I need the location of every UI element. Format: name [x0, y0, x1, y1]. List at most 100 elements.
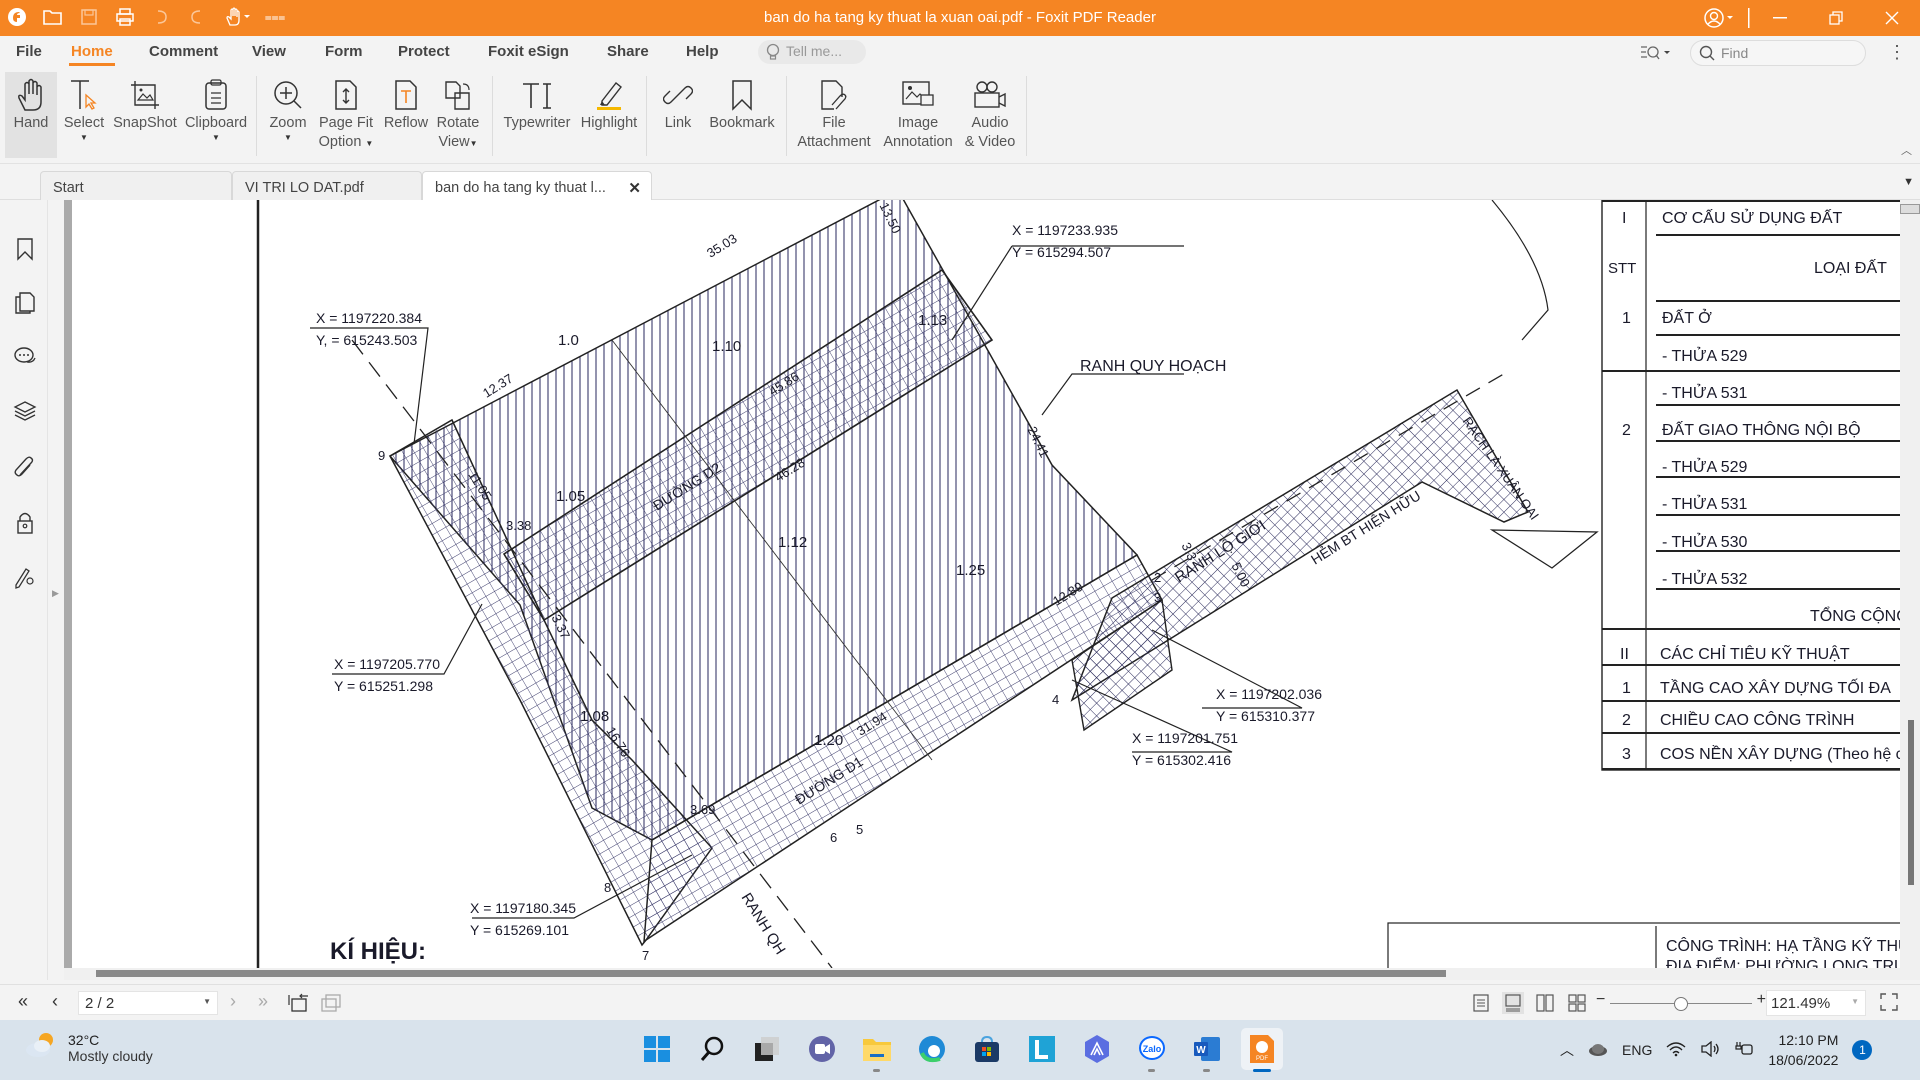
point-number-label: 6 — [830, 830, 838, 845]
find-input[interactable]: Find — [1690, 40, 1866, 66]
expand-panel-icon[interactable]: ▶ — [52, 588, 59, 599]
select-button[interactable]: Select ▼ — [60, 72, 108, 158]
menu-share[interactable]: Share — [607, 43, 649, 60]
comments-panel-icon[interactable] — [12, 344, 38, 370]
more-options-icon[interactable]: ⋮ — [1888, 42, 1906, 63]
fullscreen-icon[interactable] — [1880, 993, 1898, 1016]
horizontal-scrollbar[interactable] — [64, 968, 1900, 980]
next-page-button[interactable]: › — [230, 991, 236, 1012]
restore-button[interactable] — [1808, 0, 1864, 36]
zoom-level-input[interactable]: 121.49% ▼ — [1766, 990, 1866, 1016]
bookmark-panel-icon[interactable] — [12, 236, 38, 262]
pdf-document-view[interactable]: X = 1197220.384 Y, = 615243.503 X = 119723… — [64, 200, 1900, 968]
continuous-facing-view-icon[interactable] — [1566, 992, 1588, 1014]
scroll-split-box[interactable] — [1900, 204, 1920, 214]
zoom-dropdown-caret[interactable]: ▼ — [1851, 997, 1859, 1006]
next-view-icon[interactable] — [320, 993, 342, 1018]
menu-form[interactable]: Form — [325, 43, 363, 60]
tab-list-dropdown-icon[interactable]: ▼ — [1903, 176, 1914, 188]
tab-vi-tri-lo-dat[interactable]: VI TRI LO DAT.pdf — [232, 171, 422, 200]
start-button[interactable] — [636, 1028, 678, 1070]
zoom-in-button[interactable]: + — [1757, 991, 1766, 1009]
zalo-button[interactable]: Zalo — [1131, 1028, 1173, 1072]
zoom-button[interactable]: Zoom ▼ — [264, 72, 312, 158]
search-options-icon[interactable] — [1640, 44, 1674, 67]
teams-chat-button[interactable] — [801, 1028, 843, 1070]
show-hidden-icons-button[interactable]: ︿ — [1560, 1040, 1574, 1060]
system-clock[interactable]: 12:10 PM 18/06/2022 — [1768, 1030, 1838, 1070]
page-fit-label-line2: Option — [318, 134, 362, 150]
edge-browser-button[interactable] — [911, 1028, 953, 1070]
foxit-pdf-reader-button[interactable]: PDF — [1241, 1028, 1283, 1072]
close-window-button[interactable] — [1864, 0, 1920, 36]
reflow-button[interactable]: Reflow — [382, 72, 430, 158]
rotate-view-button[interactable]: Rotate View▼ — [432, 72, 484, 158]
file-explorer-button[interactable] — [856, 1028, 898, 1072]
menu-protect[interactable]: Protect — [398, 43, 450, 60]
menu-home[interactable]: Home — [69, 43, 115, 66]
menu-help[interactable]: Help — [686, 43, 719, 60]
wifi-icon[interactable] — [1666, 1041, 1686, 1060]
layers-panel-icon[interactable] — [12, 398, 38, 424]
snapshot-button[interactable]: SnapShot — [112, 72, 178, 158]
menu-foxit-esign[interactable]: Foxit eSign — [488, 43, 569, 60]
tab-ban-do-ha-tang[interactable]: ban do ha tang ky thuat l... ✕ — [422, 171, 652, 200]
microsoft-store-button[interactable] — [966, 1028, 1008, 1070]
image-annotation-button[interactable]: Image Annotation — [880, 72, 956, 158]
last-page-button[interactable]: » — [258, 991, 268, 1012]
weather-widget[interactable]: 32°C Mostly cloudy — [24, 1030, 153, 1065]
lingoes-app-button[interactable] — [1021, 1028, 1063, 1070]
point-number-label: 7 — [642, 948, 650, 963]
previous-view-icon[interactable] — [288, 993, 310, 1018]
facing-view-icon[interactable] — [1534, 992, 1556, 1014]
onedrive-icon[interactable] — [1588, 1042, 1608, 1059]
language-indicator[interactable]: ENG — [1622, 1042, 1652, 1058]
horizontal-scroll-thumb[interactable] — [96, 970, 1446, 977]
single-page-view-icon[interactable] — [1470, 992, 1492, 1014]
account-icon[interactable] — [1696, 0, 1746, 36]
continuous-view-icon[interactable] — [1502, 992, 1524, 1014]
menu-file[interactable]: File — [16, 43, 42, 60]
bookmark-button[interactable]: Bookmark — [706, 72, 778, 158]
vertical-scroll-thumb[interactable] — [1908, 720, 1914, 885]
task-view-button[interactable] — [746, 1028, 788, 1070]
link-button[interactable]: Link — [654, 72, 702, 158]
volume-icon[interactable] — [1700, 1040, 1720, 1060]
attachments-panel-icon[interactable] — [12, 454, 38, 480]
page-dropdown-caret[interactable]: ▼ — [203, 997, 211, 1006]
vertical-scrollbar[interactable] — [1900, 200, 1920, 980]
battery-charging-icon[interactable] — [1734, 1041, 1754, 1060]
signature-panel-icon[interactable] — [12, 564, 38, 590]
typewriter-button[interactable]: Typewriter — [500, 72, 574, 158]
close-tab-icon[interactable]: ✕ — [628, 179, 641, 197]
table-row-label: - THỬA 532 — [1662, 571, 1748, 588]
ranh-quy-hoach-label: RANH QUY HOẠCH — [1080, 358, 1227, 375]
search-taskbar-button[interactable] — [691, 1028, 733, 1070]
table-section-number: I — [1622, 210, 1627, 227]
hand-button[interactable]: Hand — [5, 72, 57, 158]
tell-me-input[interactable]: Tell me... — [758, 40, 866, 64]
security-panel-icon[interactable] — [12, 510, 38, 536]
zoom-slider[interactable]: − + — [1596, 991, 1766, 1013]
menu-view[interactable]: View — [252, 43, 286, 60]
menu-comment[interactable]: Comment — [149, 43, 218, 60]
previous-page-button[interactable]: ‹ — [52, 991, 58, 1012]
zoom-slider-knob[interactable] — [1674, 997, 1688, 1011]
app-a-button[interactable] — [1076, 1028, 1118, 1070]
tab-start[interactable]: Start — [40, 171, 232, 200]
word-button[interactable]: W — [1186, 1028, 1228, 1072]
collapse-ribbon-icon[interactable]: ︿ — [1901, 142, 1912, 158]
clipboard-button[interactable]: Clipboard ▼ — [184, 72, 248, 158]
zoom-out-button[interactable]: − — [1596, 991, 1605, 1009]
minimize-button[interactable] — [1752, 0, 1808, 36]
notification-badge[interactable]: 1 — [1852, 1040, 1873, 1060]
audio-video-button[interactable]: Audio & Video — [962, 72, 1018, 158]
first-page-button[interactable]: « — [18, 991, 28, 1012]
page-number-input[interactable]: 2 / 2 ▼ — [78, 991, 218, 1015]
pages-panel-icon[interactable] — [12, 290, 38, 316]
page-fit-option-button[interactable]: Page Fit Option ▼ — [316, 72, 376, 158]
table-section-title: CƠ CẤU SỬ DỤNG ĐẤT — [1662, 210, 1843, 227]
file-attachment-button[interactable]: File Attachment — [794, 72, 874, 158]
highlight-button[interactable]: Highlight — [578, 72, 640, 158]
coordinate-x-label: X = 1197180.345 — [470, 900, 577, 916]
